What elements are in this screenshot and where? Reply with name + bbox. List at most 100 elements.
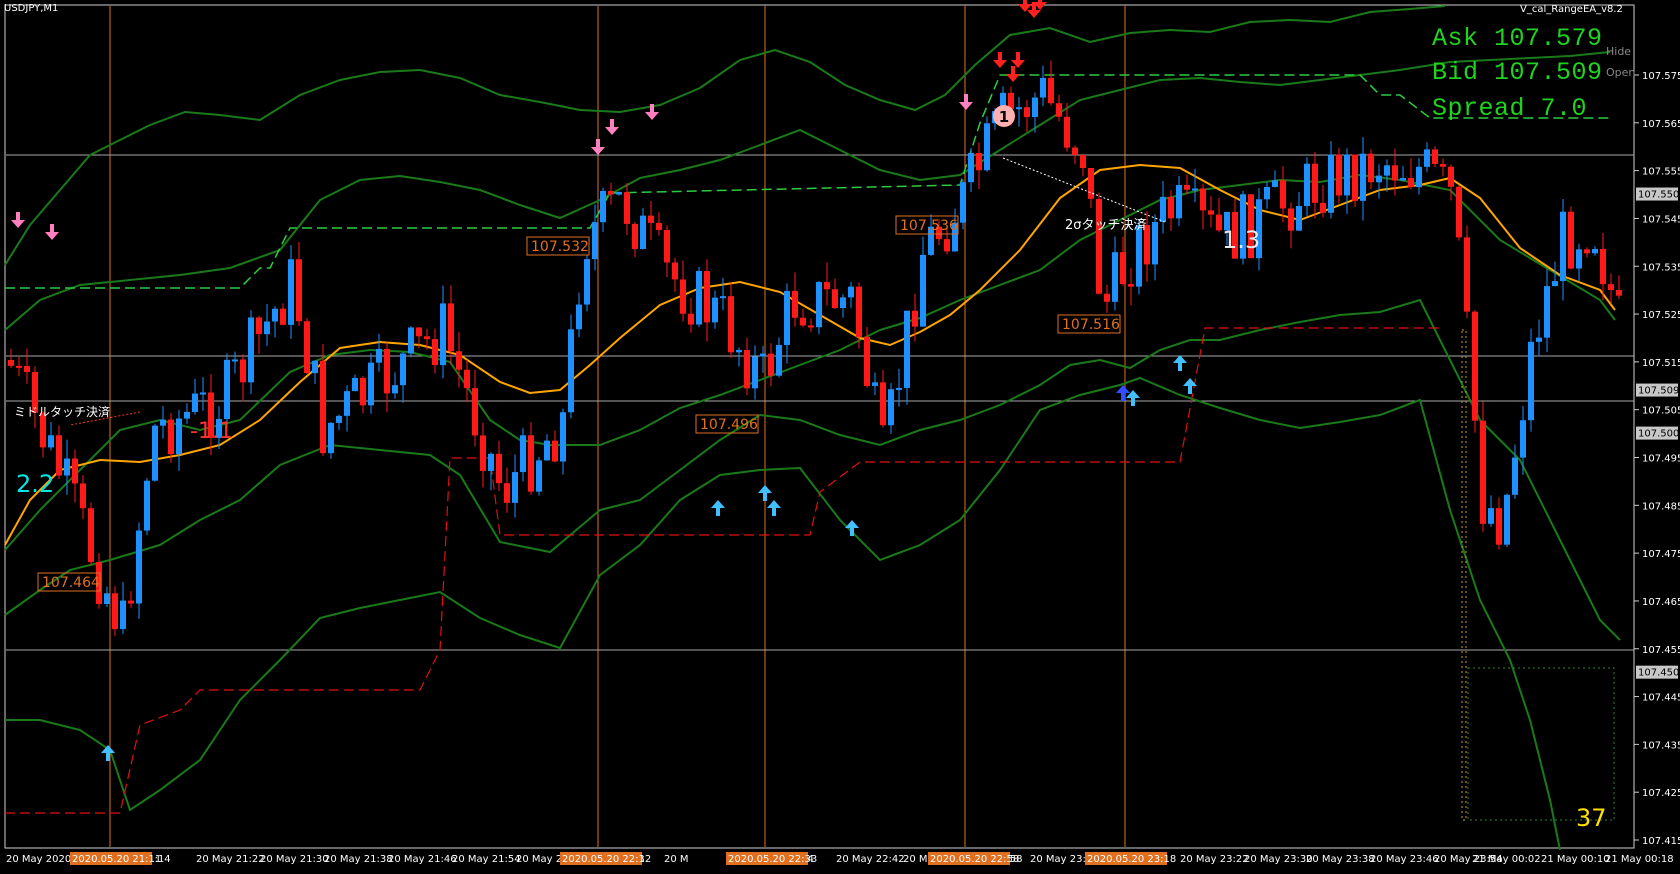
candle-body bbox=[848, 286, 854, 298]
bid-price-text: Bid 107.509 bbox=[1432, 58, 1603, 87]
candle-body bbox=[688, 313, 694, 325]
candle-body bbox=[504, 483, 510, 503]
buy-signal-arrow bbox=[845, 520, 859, 536]
candle-body bbox=[1344, 154, 1350, 196]
candle-body bbox=[768, 353, 774, 376]
candle-body bbox=[64, 458, 70, 476]
hide-button[interactable]: Hide bbox=[1606, 45, 1631, 58]
candle-body bbox=[1056, 103, 1062, 117]
candle-body bbox=[976, 152, 982, 171]
price-tick-label: 107.515 bbox=[1642, 358, 1680, 369]
candle-body bbox=[752, 356, 758, 389]
candle-body bbox=[1152, 221, 1158, 265]
candle-body bbox=[176, 418, 182, 455]
price-tick-label: 107.535 bbox=[1642, 262, 1680, 273]
time-label: 20 May 21:22 bbox=[196, 854, 265, 865]
candle-body bbox=[432, 339, 438, 366]
candle-body bbox=[1072, 147, 1078, 155]
candle-body bbox=[1496, 508, 1502, 545]
price-tick-label: 107.525 bbox=[1642, 310, 1680, 321]
sell-signal-arrow bbox=[1006, 66, 1020, 82]
candle-body bbox=[696, 271, 702, 325]
candle-body bbox=[632, 223, 638, 250]
candle-body bbox=[440, 303, 446, 366]
candle-body bbox=[424, 336, 430, 340]
candle-body bbox=[280, 308, 286, 325]
candle-body bbox=[672, 262, 678, 280]
candle-body bbox=[296, 259, 302, 322]
candle-body bbox=[1264, 186, 1270, 200]
candle-body bbox=[792, 290, 798, 318]
price-tick-label: 107.415 bbox=[1642, 836, 1680, 847]
profit-label-neg: -1.1 bbox=[190, 419, 233, 444]
moving-average-line bbox=[4, 163, 1616, 546]
candle-body bbox=[104, 593, 110, 604]
candle-body bbox=[1560, 211, 1566, 282]
time-highlight-label: 2020.05.20 22:12 bbox=[562, 854, 651, 865]
candle-body bbox=[744, 349, 750, 389]
price-tick-label: 107.455 bbox=[1642, 645, 1680, 656]
candle-body bbox=[152, 425, 158, 481]
candle-body bbox=[1424, 149, 1430, 167]
candle-body bbox=[920, 254, 926, 327]
time-label: 20 May 21:46 bbox=[388, 854, 457, 865]
candle-body bbox=[1168, 196, 1174, 219]
candle-body bbox=[136, 530, 142, 604]
price-tick-label: 107.435 bbox=[1642, 740, 1680, 751]
price-tick-label: 107.575 bbox=[1642, 71, 1680, 82]
buy-signal-arrow bbox=[711, 500, 725, 516]
time-label: 21 May 00:18 bbox=[1605, 854, 1674, 865]
candle-body bbox=[776, 345, 782, 376]
candle-body bbox=[720, 296, 726, 299]
candle-body bbox=[704, 271, 710, 323]
candle-body bbox=[1104, 293, 1110, 302]
sell-signal-arrow bbox=[993, 52, 1007, 68]
time-label: 20 M bbox=[664, 854, 689, 865]
candle-body bbox=[536, 460, 542, 492]
candle-body bbox=[224, 359, 230, 420]
open-button[interactable]: Open bbox=[1606, 66, 1635, 79]
band-line-2 bbox=[4, 51, 1611, 331]
candle-body bbox=[1520, 420, 1526, 458]
sell-signal-arrow bbox=[959, 94, 973, 110]
candle-body bbox=[1472, 311, 1478, 421]
time-label: 20 May 23:38 bbox=[1306, 854, 1375, 865]
candle-body bbox=[24, 366, 30, 372]
candle-body bbox=[456, 351, 462, 370]
candle-body bbox=[200, 392, 206, 395]
candle-body bbox=[616, 192, 622, 195]
candle-body bbox=[872, 382, 878, 386]
price-tick-label: 107.545 bbox=[1642, 214, 1680, 225]
price-tick-label: 107.555 bbox=[1642, 167, 1680, 178]
candle-body bbox=[1336, 154, 1342, 196]
candle-body bbox=[736, 349, 742, 353]
candle-body bbox=[320, 360, 326, 454]
price-box-107496: 107.496 bbox=[700, 417, 758, 433]
candle-body bbox=[656, 222, 662, 231]
chart-window[interactable]: 107.464 107.532 107.496 107.536 107.516 ミドルタッ… bbox=[0, 0, 1680, 870]
sell-signal-arrow bbox=[45, 224, 59, 240]
price-highlight-label: 107.509 bbox=[1638, 386, 1679, 397]
candle-body bbox=[576, 304, 582, 330]
candle-body bbox=[1440, 163, 1446, 167]
range-marker bbox=[1461, 329, 1467, 821]
candle-body bbox=[1288, 208, 1294, 231]
price-highlight-label: 107.550 bbox=[1638, 190, 1679, 201]
candle-body bbox=[1576, 249, 1582, 269]
profit-label-1-3: 1.3 bbox=[1222, 226, 1260, 254]
candle-body bbox=[512, 472, 518, 503]
candle-body bbox=[680, 279, 686, 314]
price-chart[interactable]: 107.464 107.532 107.496 107.536 107.516 ミドルタッ… bbox=[0, 0, 1680, 870]
candle-body bbox=[168, 419, 174, 455]
range-box bbox=[1467, 667, 1615, 821]
candle-body bbox=[1592, 248, 1598, 254]
price-box-107536: 107.536 bbox=[900, 218, 958, 234]
candle-body bbox=[264, 321, 270, 335]
price-tick-label: 107.475 bbox=[1642, 549, 1680, 560]
candle-body bbox=[416, 327, 422, 337]
buy-signal-arrow bbox=[1173, 355, 1187, 371]
symbol-label: USDJPY,M1 bbox=[4, 3, 59, 14]
buy-signal-arrow bbox=[758, 485, 772, 501]
candle-body bbox=[48, 435, 54, 448]
candle-body bbox=[944, 239, 950, 252]
